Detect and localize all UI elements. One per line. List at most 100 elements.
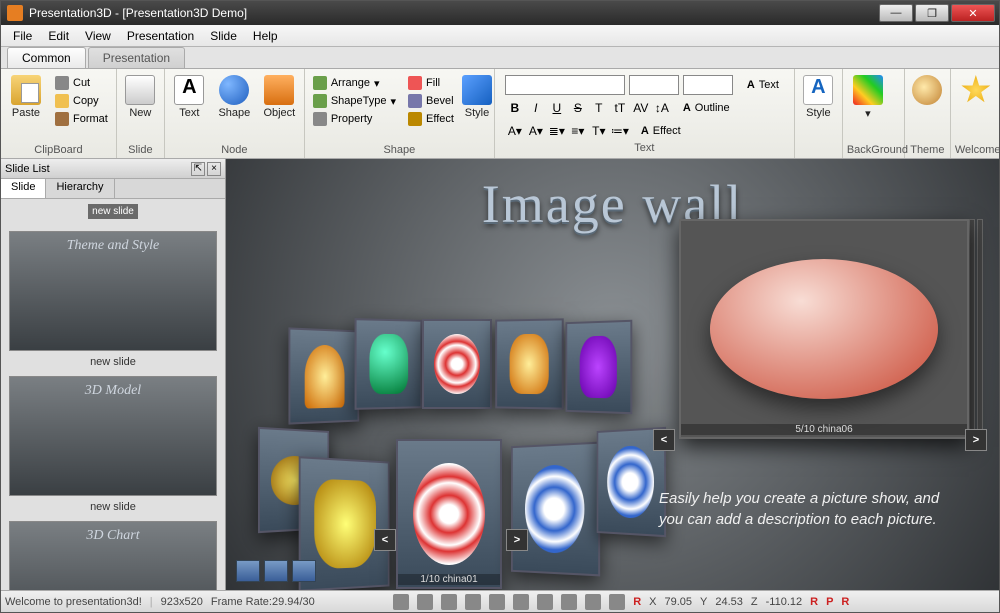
list-button[interactable]: ≔▾ <box>610 121 630 141</box>
fill-label: Fill <box>426 77 440 89</box>
text-style-button[interactable]: Style <box>799 71 838 119</box>
status-tool-2[interactable] <box>417 594 433 610</box>
text-effect-button[interactable]: A Effect <box>637 124 685 138</box>
text-text-label: Text <box>759 79 779 91</box>
menu-view[interactable]: View <box>77 27 119 45</box>
underline-button[interactable]: U <box>547 98 567 118</box>
cut-button[interactable]: Cut <box>51 75 112 91</box>
small-t-button[interactable]: T <box>589 98 609 118</box>
font-size-dropdown[interactable] <box>629 75 679 95</box>
wall-card[interactable] <box>355 318 423 410</box>
paste-button[interactable]: Paste <box>5 71 47 119</box>
menu-edit[interactable]: Edit <box>40 27 77 45</box>
tabstop-button[interactable]: T▾ <box>589 121 609 141</box>
shapetype-button[interactable]: ShapeType ▾ <box>309 93 400 109</box>
outline-button[interactable]: A Outline <box>679 101 734 115</box>
wall-card[interactable] <box>422 319 492 409</box>
slide-thumb-2[interactable]: 3D Model <box>9 376 217 496</box>
font-weight-dropdown[interactable] <box>683 75 733 95</box>
align-button[interactable]: ≡▾ <box>568 121 588 141</box>
slide-thumb-3[interactable]: 3D Chart <box>9 521 217 590</box>
status-tool-6[interactable] <box>513 594 529 610</box>
minimize-button[interactable]: — <box>879 4 913 22</box>
highlight-button[interactable]: A▾ <box>526 121 546 141</box>
format-button[interactable]: Format <box>51 111 112 127</box>
object-button[interactable]: Object <box>259 71 300 119</box>
status-tool-4[interactable] <box>465 594 481 610</box>
shapetype-label: ShapeType <box>331 95 387 107</box>
wall-card[interactable] <box>288 327 359 424</box>
canvas-nav-play[interactable] <box>264 560 288 582</box>
tab-common[interactable]: Common <box>7 47 86 68</box>
shapetype-icon <box>313 94 327 108</box>
wall-next-button[interactable]: > <box>506 529 528 551</box>
canvas-nav-next[interactable] <box>292 560 316 582</box>
wall-card[interactable] <box>565 320 632 415</box>
theme-button[interactable] <box>909 71 946 105</box>
slide-thumb-2-title: 3D Model <box>10 383 216 399</box>
big-prev-button[interactable]: < <box>653 429 675 451</box>
text-text-button[interactable]: A Text <box>743 75 783 95</box>
status-tool-10[interactable] <box>609 594 625 610</box>
shape-icon <box>219 75 249 105</box>
fill-button[interactable]: Fill <box>404 75 458 91</box>
arrange-button[interactable]: Arrange ▾ <box>309 75 400 91</box>
arrange-icon <box>313 76 327 90</box>
object-icon <box>264 75 294 105</box>
case-button[interactable]: tT <box>610 98 630 118</box>
slide-canvas[interactable]: Image wall 1/10 china01 < > 5/10 china06 <box>226 159 999 590</box>
wall-card[interactable] <box>511 442 600 577</box>
property-button[interactable]: Property <box>309 111 400 127</box>
font-family-dropdown[interactable] <box>505 75 625 95</box>
wall-prev-button[interactable]: < <box>374 529 396 551</box>
spacing-button[interactable]: ↕A <box>652 98 672 118</box>
panel-close-button[interactable]: × <box>207 162 221 176</box>
effect-button[interactable]: Effect <box>404 111 458 127</box>
tab-hierarchy[interactable]: Hierarchy <box>46 179 114 198</box>
maximize-button[interactable]: ❐ <box>915 4 949 22</box>
kern-button[interactable]: AV <box>631 98 651 118</box>
status-welcome: Welcome to presentation3d! <box>5 596 142 608</box>
status-tool-8[interactable] <box>561 594 577 610</box>
status-r: R <box>633 596 641 608</box>
tab-slide-list[interactable]: Slide <box>1 179 46 198</box>
new-slide-button[interactable]: New <box>121 71 160 119</box>
bold-button[interactable]: B <box>505 98 525 118</box>
wall-card-front[interactable]: 1/10 china01 <box>396 439 502 589</box>
canvas-nav-prev[interactable] <box>236 560 260 582</box>
slide-thumb-1[interactable]: Theme and Style <box>9 231 217 351</box>
menu-presentation[interactable]: Presentation <box>119 27 202 45</box>
panel-pin-button[interactable]: ⇱ <box>191 162 205 176</box>
big-preview[interactable]: 5/10 china06 <box>679 219 969 439</box>
menu-slide[interactable]: Slide <box>202 27 245 45</box>
big-next-button[interactable]: > <box>965 429 987 451</box>
bullets-button[interactable]: ≣▾ <box>547 121 567 141</box>
shape-button[interactable]: Shape <box>214 71 255 119</box>
shape-style-button[interactable]: Style <box>462 71 492 119</box>
welcome-button[interactable] <box>955 71 997 105</box>
text-button[interactable]: Text <box>169 71 210 119</box>
tab-presentation[interactable]: Presentation <box>88 47 185 68</box>
object-label: Object <box>263 107 295 119</box>
status-tool-5[interactable] <box>489 594 505 610</box>
background-button[interactable]: ▾ <box>847 71 889 120</box>
italic-button[interactable]: I <box>526 98 546 118</box>
group-theme-label: Theme <box>909 143 946 158</box>
copy-button[interactable]: Copy <box>51 93 112 109</box>
close-button[interactable]: ✕ <box>951 4 995 22</box>
arrange-label: Arrange <box>331 77 370 89</box>
status-tool-3[interactable] <box>441 594 457 610</box>
status-tool-7[interactable] <box>537 594 553 610</box>
status-tool-1[interactable] <box>393 594 409 610</box>
menu-file[interactable]: File <box>5 27 40 45</box>
status-tool-9[interactable] <box>585 594 601 610</box>
menu-help[interactable]: Help <box>245 27 286 45</box>
fontcolor-button[interactable]: A▾ <box>505 121 525 141</box>
wall-card[interactable] <box>495 318 563 409</box>
bevel-button[interactable]: Bevel <box>404 93 458 109</box>
strike-button[interactable]: S <box>568 98 588 118</box>
status-p3: R <box>841 596 849 608</box>
group-slide-label: Slide <box>121 143 160 158</box>
property-icon <box>313 112 327 126</box>
slide-description: Easily help you create a picture show, a… <box>659 488 959 530</box>
